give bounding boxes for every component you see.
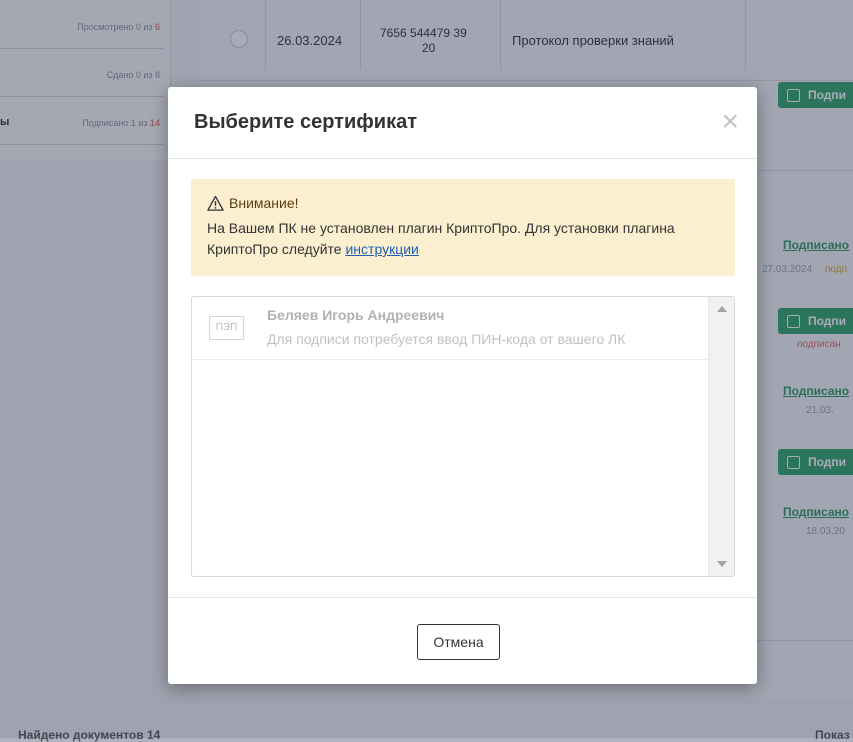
certificate-item[interactable]: ПЭП Беляев Игорь Андреевич Для подписи п… — [192, 297, 708, 360]
scroll-up-icon[interactable] — [717, 306, 727, 312]
cancel-button[interactable]: Отмена — [417, 624, 500, 660]
alert-text: На Вашем ПК не установлен плагин КриптоП… — [207, 220, 675, 257]
close-icon[interactable]: × — [721, 107, 739, 137]
pep-badge: ПЭП — [209, 316, 244, 340]
certificate-list: ПЭП Беляев Игорь Андреевич Для подписи п… — [191, 296, 735, 577]
dialog-footer: Отмена — [168, 597, 757, 685]
dialog-title: Выберите сертификат — [194, 111, 417, 133]
certificate-dialog: Выберите сертификат × Внимание! На Вашем… — [168, 87, 757, 684]
alert-title: Внимание! — [229, 195, 299, 211]
scrollbar[interactable] — [708, 297, 734, 576]
scroll-down-icon[interactable] — [717, 561, 727, 567]
certificate-owner: Беляев Игорь Андреевич — [267, 307, 445, 323]
warning-icon — [207, 195, 224, 211]
certificate-note: Для подписи потребуется ввод ПИН-кода от… — [267, 331, 626, 347]
warning-alert: Внимание! На Вашем ПК не установлен плаг… — [191, 179, 735, 276]
instructions-link[interactable]: инструкции — [345, 241, 418, 257]
dialog-header: Выберите сертификат × — [168, 87, 757, 159]
